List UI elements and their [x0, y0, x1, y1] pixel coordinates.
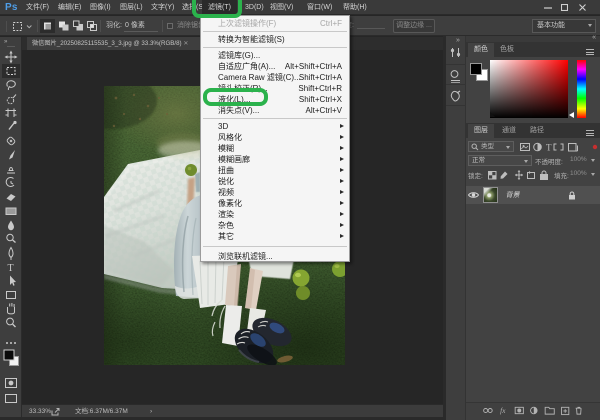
svg-text:T: T: [8, 263, 14, 274]
svg-text:»: »: [456, 37, 460, 44]
svg-text:fx: fx: [500, 407, 506, 415]
svg-text:T: T: [546, 143, 552, 153]
svg-text:»: »: [4, 39, 8, 45]
